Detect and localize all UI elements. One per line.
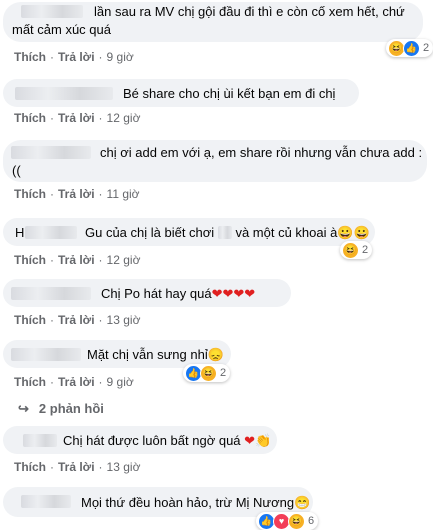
timestamp[interactable]: 9 giờ <box>107 375 134 389</box>
comment-text: Bé share cho chị ùi kết bạn em đi chị <box>123 86 336 101</box>
commenter-name[interactable] <box>11 146 91 159</box>
reaction-summary[interactable]: 😆 👍 2 <box>386 39 433 57</box>
comment-actions: Thích · Trả lời · 9 giờ <box>14 50 134 64</box>
like-link[interactable]: Thích <box>14 187 46 201</box>
reaction-count: 2 <box>220 367 227 379</box>
comment-actions: Thích · Trả lời · 13 giờ <box>14 460 141 474</box>
like-link[interactable]: Thích <box>14 111 46 125</box>
comment-text: mất cảm xúc quá <box>12 22 111 37</box>
commenter-name[interactable] <box>15 87 113 100</box>
reply-link[interactable]: Trả lời <box>58 253 95 267</box>
reaction-summary[interactable]: 👍 😆 2 <box>183 364 231 382</box>
comment-text: Mọi thứ đều hoàn hảo, trừ Mị Nương😁 <box>81 494 310 511</box>
haha-reaction-icon: 😆 <box>288 512 305 530</box>
haha-reaction-icon: 😆 <box>342 241 359 259</box>
comment-text: Gu của chị là biết chơi và một củ khoai … <box>85 224 370 241</box>
reply-arrow-icon: ↪ <box>18 401 29 416</box>
comment-text-part: Mặt chị vẫn sưng nhỉ <box>87 347 208 362</box>
reply-link[interactable]: Trả lời <box>58 313 95 327</box>
comment-actions: Thích · Trả lời · 11 giờ <box>14 187 140 201</box>
commenter-name[interactable] <box>21 495 71 508</box>
timestamp[interactable]: 13 giờ <box>107 313 141 327</box>
reply-link[interactable]: Trả lời <box>58 50 95 64</box>
timestamp[interactable]: 9 giờ <box>107 50 134 64</box>
haha-reaction-icon: 😆 <box>200 364 217 382</box>
heart-emoji: ❤❤❤❤ <box>211 286 256 301</box>
reply-link[interactable]: Trả lời <box>58 187 95 201</box>
comment-text-part: Gu của chị là biết chơi <box>85 225 215 240</box>
like-link[interactable]: Thích <box>14 253 46 267</box>
disappointed-emoji: 😞 <box>207 347 224 362</box>
comment-bubble: lần sau ra MV chị gội đầu đi thì e còn c… <box>3 2 423 42</box>
comment-text: (( <box>12 163 21 178</box>
comment-actions: Thích · Trả lời · 12 giờ <box>14 253 141 267</box>
comment-text: Chị hát được luôn bất ngờ quá ❤👏 <box>63 432 271 449</box>
comment-bubble: Bé share cho chị ùi kết bạn em đi chị <box>3 79 359 107</box>
commenter-name[interactable] <box>11 287 91 300</box>
comment-text-part: Mọi thứ đều hoàn hảo, trừ Mị Nương <box>81 495 295 510</box>
reaction-summary[interactable]: 😆 2 <box>340 241 373 259</box>
timestamp[interactable]: 12 giờ <box>107 253 141 267</box>
comment-text: lần sau ra MV chị gội đầu đi thì e còn c… <box>94 4 405 19</box>
timestamp[interactable]: 12 giờ <box>107 111 141 125</box>
reaction-count: 2 <box>423 42 430 54</box>
comment-text: chị ơi add em với ạ, em share rồi nhưng … <box>100 145 423 160</box>
reply-link[interactable]: Trả lời <box>58 111 95 125</box>
comment-bubble: H Gu của chị là biết chơi và một củ khoa… <box>3 218 375 246</box>
like-link[interactable]: Thích <box>14 313 46 327</box>
comment-text: Chị Po hát hay quá❤❤❤❤ <box>101 285 255 302</box>
commenter-name[interactable] <box>11 348 81 361</box>
like-link[interactable]: Thích <box>14 50 46 64</box>
like-reaction-icon: 👍 <box>403 39 420 57</box>
view-replies-link[interactable]: ↪ 2 phản hồi <box>18 401 104 417</box>
comment-text: Mặt chị vẫn sưng nhỉ😞 <box>87 346 224 363</box>
grinning-emoji: 😀😀 <box>337 225 370 240</box>
heart-clap-emoji: ❤👏 <box>244 433 272 448</box>
comment-text-part: và một củ khoai à <box>235 225 338 240</box>
reaction-count: 2 <box>362 244 369 256</box>
timestamp[interactable]: 11 giờ <box>107 187 140 201</box>
commenter-name[interactable] <box>23 434 57 447</box>
reply-link[interactable]: Trả lời <box>58 460 95 474</box>
commenter-name[interactable] <box>21 5 83 18</box>
reply-link[interactable]: Trả lời <box>58 375 95 389</box>
comment-actions: Thích · Trả lời · 13 giờ <box>14 313 141 327</box>
grin-emoji: 😁 <box>294 495 311 510</box>
timestamp[interactable]: 13 giờ <box>107 460 141 474</box>
comment-bubble: Chị Po hát hay quá❤❤❤❤ <box>3 279 291 307</box>
reaction-summary[interactable]: 👍 ♥ 😆 6 <box>256 512 319 530</box>
replies-count-label: 2 phản hồi <box>38 401 104 416</box>
comment-text-part: Chị hát được luôn bất ngờ quá <box>63 433 241 448</box>
like-link[interactable]: Thích <box>14 375 46 389</box>
comment-actions: Thích · Trả lời · 12 giờ <box>14 111 141 125</box>
commenter-name-initial[interactable]: H <box>15 224 24 241</box>
commenter-name[interactable] <box>25 226 77 239</box>
like-link[interactable]: Thích <box>14 460 46 474</box>
comment-text-part: Chị Po hát hay quá <box>101 286 212 301</box>
comment-actions: Thích · Trả lời · 9 giờ <box>14 375 134 389</box>
reaction-count: 6 <box>308 515 315 527</box>
blurred-mention <box>217 226 232 239</box>
comment-bubble: Chị hát được luôn bất ngờ quá ❤👏 <box>3 426 277 454</box>
comment-bubble: chị ơi add em với ạ, em share rồi nhưng … <box>3 140 427 182</box>
